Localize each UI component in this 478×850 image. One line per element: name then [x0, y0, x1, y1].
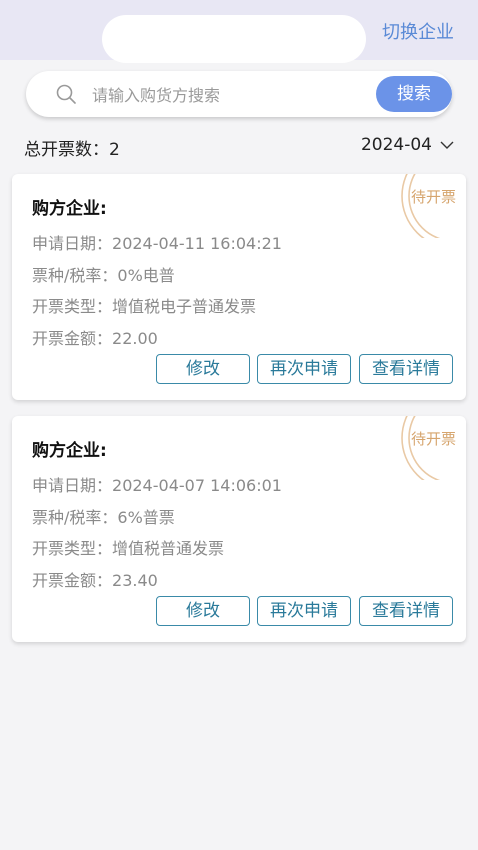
company-selector[interactable] — [102, 15, 366, 63]
chevron-down-icon — [440, 141, 454, 149]
modify-button[interactable]: 修改 — [156, 354, 250, 384]
search-input[interactable] — [90, 71, 384, 119]
status-badge: 待开票 — [410, 430, 456, 448]
reapply-button[interactable]: 再次申请 — [257, 354, 351, 384]
invoice-total-count: 2 — [109, 140, 120, 160]
reapply-button[interactable]: 再次申请 — [257, 596, 351, 626]
invoice-type-row: 开票类型：增值税电子普通发票 — [32, 297, 257, 316]
month-value: 2024-04 — [360, 135, 432, 155]
switch-company-link[interactable]: 切换企业 — [382, 20, 454, 46]
invoice-amount-row: 开票金额：22.00 — [32, 329, 158, 348]
apply-date-row: 申请日期：2024-04-11 16:04:21 — [32, 234, 282, 253]
search-bar: 搜索 — [26, 71, 452, 119]
top-bar: 切换企业 — [0, 0, 478, 63]
apply-date-row: 申请日期：2024-04-07 14:06:01 — [32, 476, 282, 495]
invoice-total-label: 总开票数： — [24, 140, 109, 160]
invoice-amount-row: 开票金额：23.40 — [32, 571, 158, 590]
month-selector[interactable]: 2024-04 — [361, 135, 454, 155]
ticket-kind-row: 票种/税率：0%电普 — [32, 266, 175, 285]
view-details-button[interactable]: 查看详情 — [359, 596, 453, 626]
buyer-company-label: 购方企业: — [32, 441, 107, 461]
search-button[interactable]: 搜索 — [376, 76, 452, 112]
buyer-company-label: 购方企业: — [32, 199, 107, 219]
modify-button[interactable]: 修改 — [156, 596, 250, 626]
invoice-card[interactable]: 待开票 购方企业: 申请日期：2024-04-07 14:06:01 票种/税率… — [12, 416, 466, 642]
invoice-total: 总开票数：2 — [24, 135, 120, 160]
status-badge: 待开票 — [410, 188, 456, 206]
search-icon — [56, 84, 76, 104]
invoice-card[interactable]: 待开票 购方企业: 申请日期：2024-04-11 16:04:21 票种/税率… — [12, 174, 466, 400]
invoice-type-row: 开票类型：增值税普通发票 — [32, 539, 225, 558]
ticket-kind-row: 票种/税率：6%普票 — [32, 508, 175, 527]
view-details-button[interactable]: 查看详情 — [359, 354, 453, 384]
